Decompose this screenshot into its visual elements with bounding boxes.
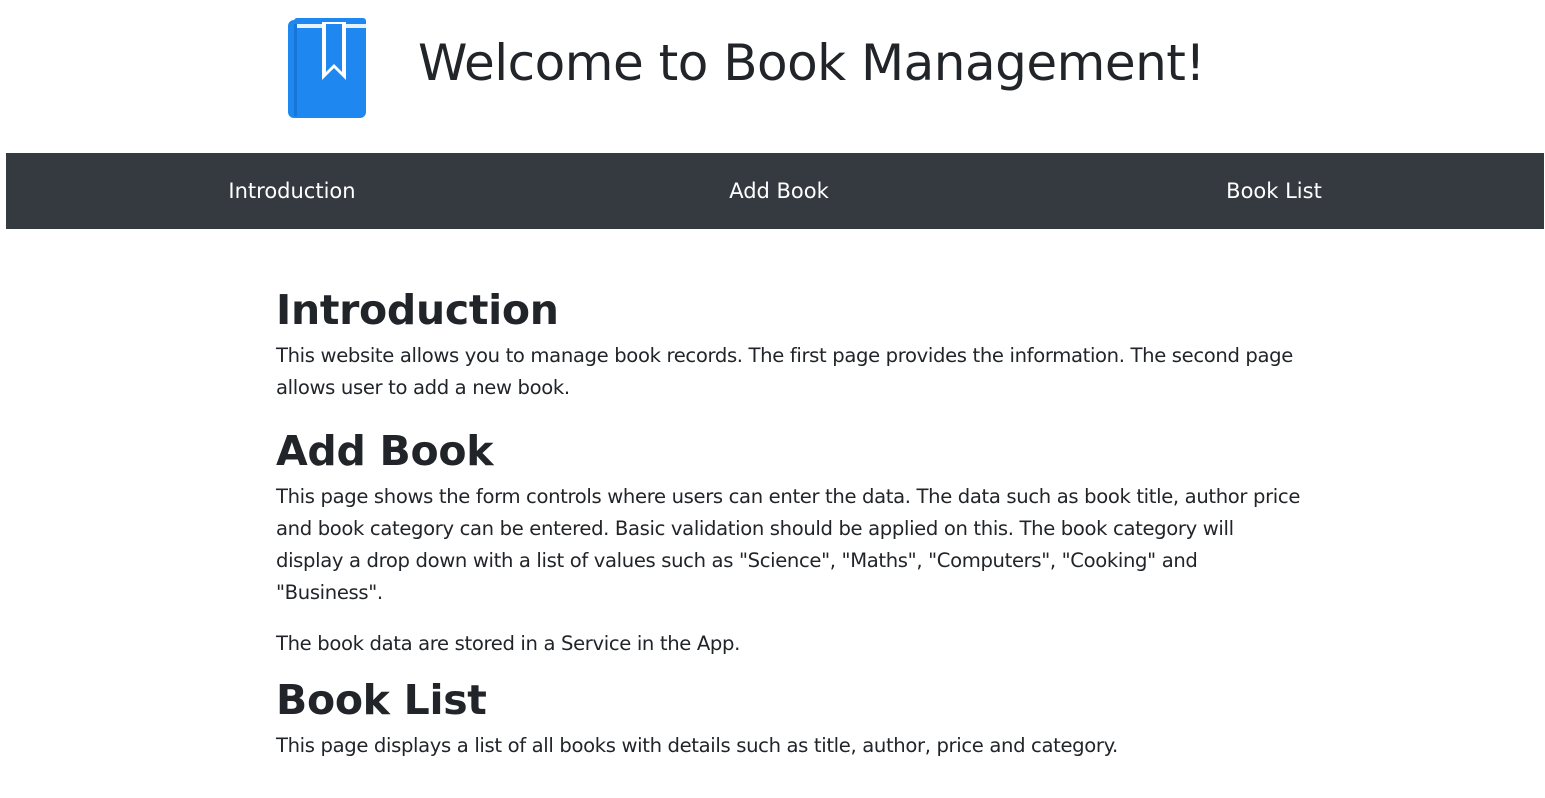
nav-link-add-book[interactable]: Add Book <box>729 153 829 229</box>
nav-link-introduction[interactable]: Introduction <box>228 153 355 229</box>
main-content: Introduction This website allows you to … <box>276 282 1301 781</box>
add-book-storage-paragraph: The book data are stored in a Service in… <box>276 632 740 655</box>
add-book-section: Add Book This page shows the form contro… <box>276 423 1301 660</box>
site-title: Welcome to Book Management! <box>418 34 1205 92</box>
book-list-section: Book List This page displays a list of a… <box>276 672 1301 762</box>
page-header: Welcome to Book Management! <box>0 0 1545 153</box>
add-book-paragraph: This page shows the form controls where … <box>276 485 1301 604</box>
book-bookmark-icon <box>288 18 366 118</box>
introduction-paragraph: This website allows you to manage book r… <box>276 344 1293 399</box>
introduction-section: Introduction This website allows you to … <box>276 282 1301 404</box>
book-list-paragraph: This page displays a list of all books w… <box>276 734 1118 757</box>
add-book-heading: Add Book <box>276 427 494 475</box>
main-navbar: Introduction Add Book Book List <box>6 153 1544 229</box>
nav-link-book-list[interactable]: Book List <box>1226 153 1322 229</box>
introduction-heading: Introduction <box>276 286 559 334</box>
book-list-heading: Book List <box>276 676 487 724</box>
